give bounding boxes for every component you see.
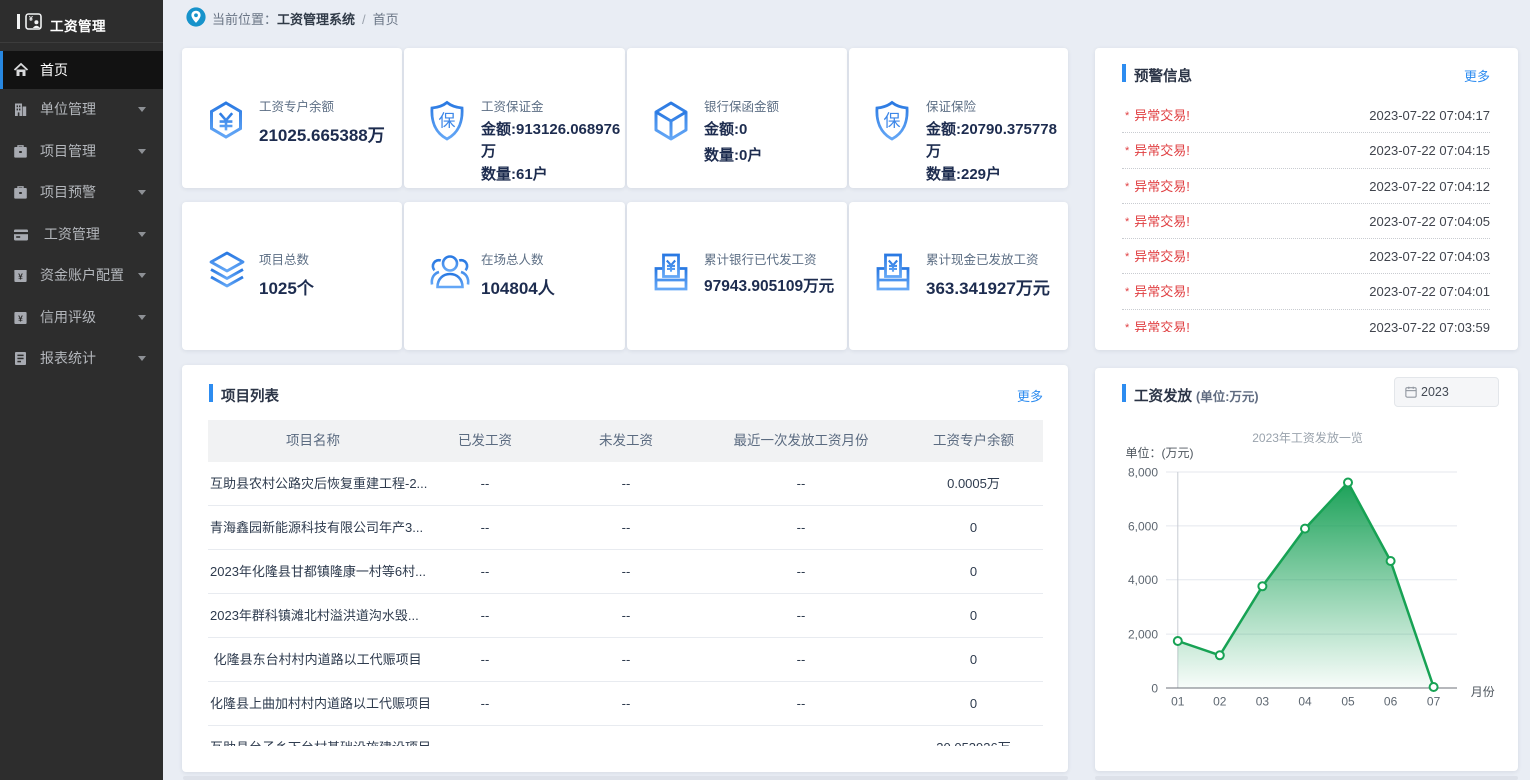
svg-text:07: 07 <box>1427 695 1441 709</box>
svg-text:保: 保 <box>439 112 456 131</box>
svg-text:8,000: 8,000 <box>1128 466 1158 480</box>
svg-text:单位：(万元): 单位：(万元) <box>1126 445 1194 460</box>
svg-text:03: 03 <box>1256 695 1270 709</box>
svg-text:0: 0 <box>1151 682 1158 696</box>
svg-text:4,000: 4,000 <box>1128 573 1158 587</box>
svg-text:04: 04 <box>1298 695 1312 709</box>
svg-text:月份: 月份 <box>1471 685 1495 699</box>
svg-text:¥: ¥ <box>18 272 23 282</box>
svg-text:01: 01 <box>1171 695 1185 709</box>
svg-text:05: 05 <box>1341 695 1355 709</box>
svg-text:¥: ¥ <box>18 313 23 323</box>
svg-text:2023年工资发放一览: 2023年工资发放一览 <box>1252 430 1363 445</box>
svg-text:保: 保 <box>884 112 901 131</box>
svg-text:02: 02 <box>1213 695 1227 709</box>
svg-text:6,000: 6,000 <box>1128 519 1158 533</box>
svg-text:¥: ¥ <box>29 16 33 23</box>
svg-text:2,000: 2,000 <box>1128 628 1158 642</box>
svg-text:06: 06 <box>1384 695 1398 709</box>
